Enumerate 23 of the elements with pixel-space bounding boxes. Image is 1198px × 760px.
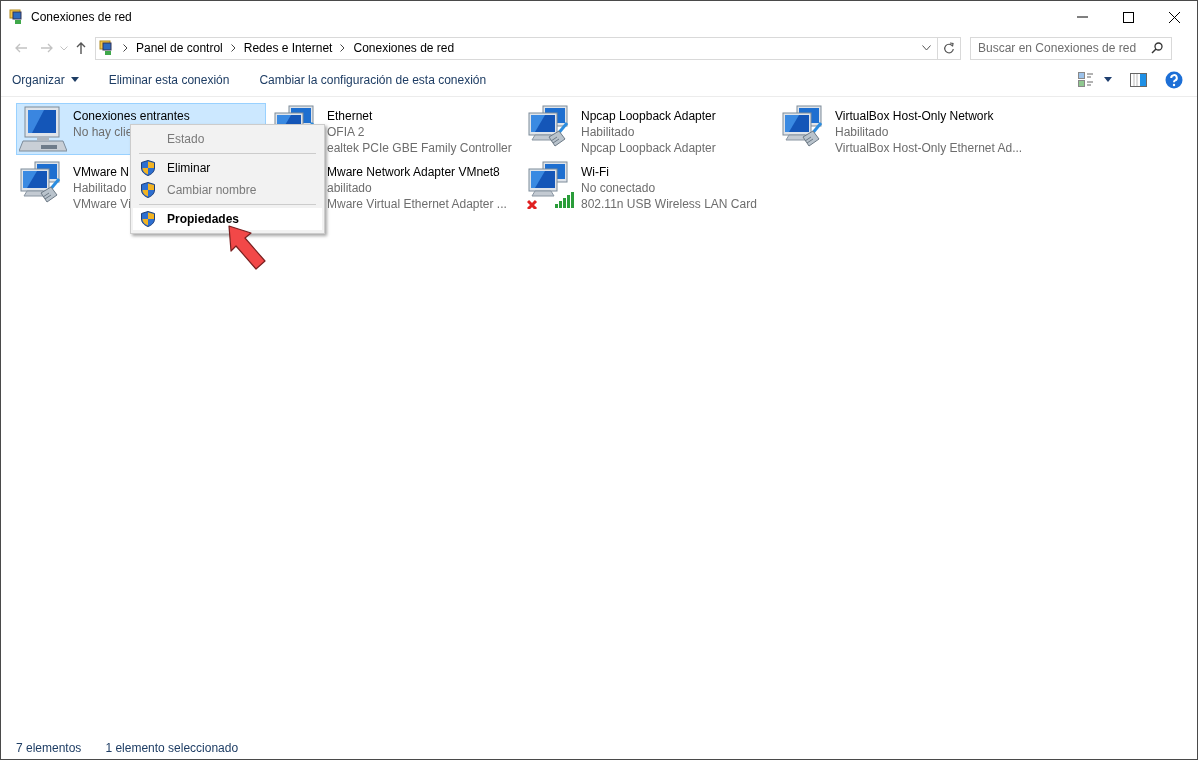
connection-status: abilitado [327,180,373,196]
connection-status: Habilitado [835,124,890,140]
connection-device: VMware Vi [73,196,131,212]
connection-name: Conexiones entrantes [73,108,190,124]
connection-device: VirtualBox Host-Only Ethernet Ad... [835,140,1023,156]
connection-name: VMware N [73,164,130,180]
connection-name: Npcap Loopback Adapter [581,108,716,124]
search-input: Buscar en Conexiones de red [971,39,1151,57]
connection-name: Mware Network Adapter VMnet8 [327,164,501,180]
connection-device: 802.11n USB Wireless LAN Card [581,196,757,212]
selection-count: 1 elemento seleccionado [105,740,239,757]
connection-name: Ethernet [327,108,374,124]
connection-status: OFIA 2 [327,124,366,140]
connection-device: Npcap Loopback Adapter [581,140,716,156]
connection-status: Habilitado [73,180,128,196]
connection-device: Mware Virtual Ethernet Adapter ... [327,196,507,212]
connection-status: No conectado [581,180,657,196]
connection-name: Wi-Fi [581,164,610,180]
connection-device: ealtek PCIe GBE Family Controller [327,140,512,156]
connection-name: VirtualBox Host-Only Network [835,108,995,124]
item-count: 7 elementos [16,740,82,757]
window-title: Conexiones de red [31,9,132,26]
connection-status: Habilitado [581,124,636,140]
